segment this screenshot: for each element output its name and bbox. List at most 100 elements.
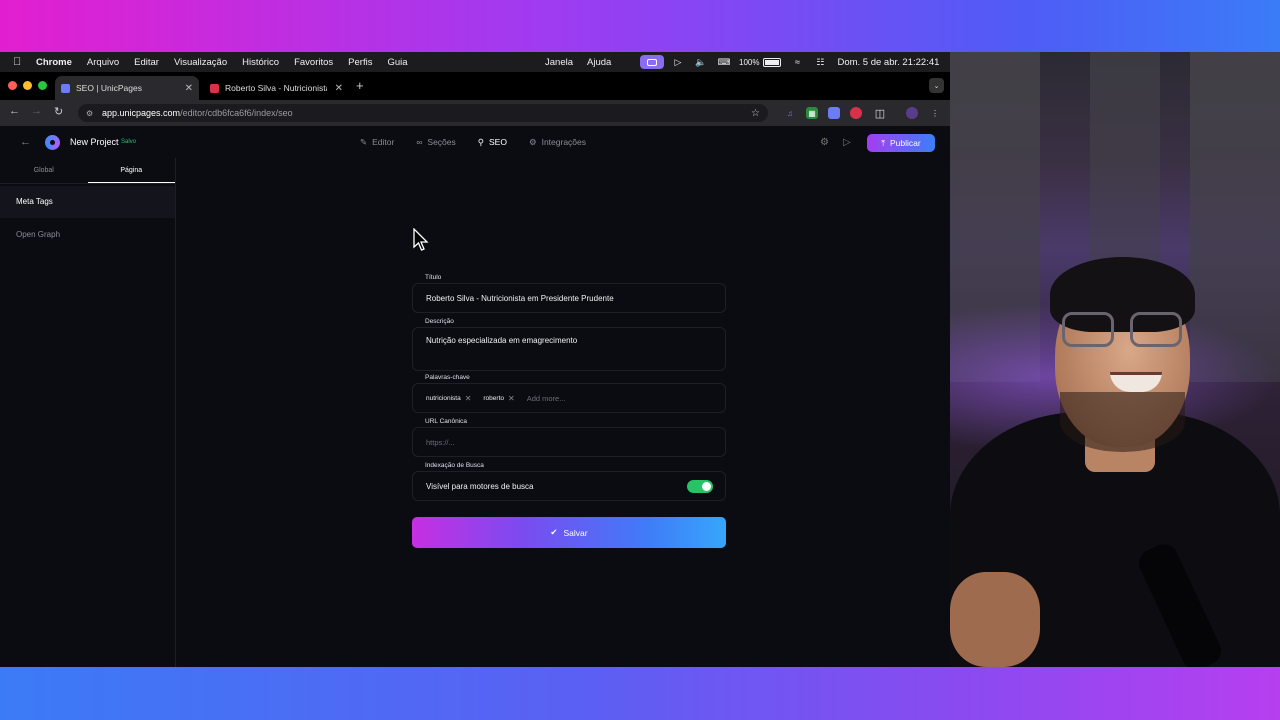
keyword-chip-label: nutricionista xyxy=(426,394,461,402)
nav-seo-label: SEO xyxy=(489,137,507,147)
apple-icon[interactable]:  xyxy=(13,56,27,68)
menu-item-editar[interactable]: Editar xyxy=(134,57,159,68)
tab-seo-unicpages[interactable]: SEO | UnicPages ✕ xyxy=(55,76,199,100)
remove-chip-icon[interactable]: ✕ xyxy=(508,394,515,403)
wifi-icon[interactable]: ≈ xyxy=(789,57,805,67)
title-input[interactable]: Roberto Silva - Nutricionista em Preside… xyxy=(412,283,726,313)
presenter-hand xyxy=(950,572,1040,667)
publish-label: Publicar xyxy=(890,138,921,148)
close-tab-icon[interactable]: ✕ xyxy=(185,83,193,94)
menu-item-janela[interactable]: Janela xyxy=(545,57,573,68)
menubar-app-name[interactable]: Chrome xyxy=(36,57,72,68)
keywords-field: Palavras-chave nutricionista ✕ roberto ✕ A… xyxy=(412,374,726,413)
extension-icon[interactable]: ♫ xyxy=(784,107,796,119)
volume-icon[interactable]: 🔈 xyxy=(693,57,709,68)
extensions-puzzle-icon[interactable]: ◫ xyxy=(874,107,886,120)
back-icon[interactable]: ← xyxy=(20,136,31,148)
new-tab-icon[interactable]: + xyxy=(356,78,364,93)
description-textarea[interactable]: Nutrição especializada em emagrecimento xyxy=(412,327,726,371)
macos-menubar:  Chrome Arquivo Editar Visualização His… xyxy=(0,52,950,72)
mouse-cursor-icon xyxy=(413,228,429,251)
publish-button[interactable]: ⤒ Publicar xyxy=(867,134,935,152)
sheets-extension-icon[interactable]: ▦ xyxy=(806,107,818,119)
nav-secoes[interactable]: ∞ Seções xyxy=(416,137,455,147)
play-icon[interactable]: ▷ xyxy=(670,57,686,68)
pencil-icon: ✎ xyxy=(360,136,368,147)
menu-item-favoritos[interactable]: Favoritos xyxy=(294,57,333,68)
menu-item-guia[interactable]: Guia xyxy=(387,57,407,68)
tab-roberto-silva[interactable]: Roberto Silva - Nutricionista e ✕ xyxy=(204,76,349,100)
keywords-input[interactable]: nutricionista ✕ roberto ✕ Add more... xyxy=(412,383,726,413)
keyword-chip-label: roberto xyxy=(483,394,504,402)
tab-global[interactable]: Global xyxy=(0,158,88,183)
battery-percent: 100% xyxy=(739,57,760,67)
indexing-text: Visível para motores de busca xyxy=(426,481,534,491)
unicpages-logo xyxy=(45,134,60,150)
nav-secoes-label: Seções xyxy=(427,137,456,147)
menu-item-historico[interactable]: Histórico xyxy=(242,57,279,68)
screen-mirroring-icon[interactable] xyxy=(640,55,664,69)
profile-avatar[interactable] xyxy=(906,107,918,119)
webcam-overlay xyxy=(950,52,1280,667)
tab-title: Roberto Silva - Nutricionista e xyxy=(225,83,327,93)
forward-arrow-icon[interactable]: → xyxy=(31,105,42,117)
control-center-icon[interactable]: ☷ xyxy=(812,57,828,68)
canonical-field: URL Canônica https://... xyxy=(412,418,726,457)
menu-item-ajuda[interactable]: Ajuda xyxy=(587,57,611,68)
settings-icon[interactable]: ⚙ xyxy=(820,137,829,148)
indexing-label: Indexação de Busca xyxy=(425,462,484,469)
back-arrow-icon[interactable]: ← xyxy=(9,105,20,117)
nav-editor[interactable]: ✎ Editor xyxy=(360,137,394,148)
saved-status-badge: Salvo xyxy=(121,139,137,145)
keywords-placeholder[interactable]: Add more... xyxy=(527,394,566,403)
zoom-window-button[interactable] xyxy=(38,81,47,90)
url-path: /editor/cdb6fca6f6/index/seo xyxy=(180,108,293,118)
site-favicon xyxy=(210,83,219,93)
editor-nav: ✎ Editor ∞ Seções ⚲ SEO ⚙ Integrações xyxy=(360,137,586,148)
nav-editor-label: Editor xyxy=(372,137,395,147)
menu-item-visualizacao[interactable]: Visualização xyxy=(174,57,227,68)
remove-chip-icon[interactable]: ✕ xyxy=(465,394,472,403)
keywords-label: Palavras-chave xyxy=(425,374,470,381)
sidebar-item-meta-tags[interactable]: Meta Tags xyxy=(0,186,175,218)
presenter-beard xyxy=(1060,392,1185,452)
site-info-icon[interactable]: ⚙ xyxy=(86,109,96,118)
save-label: Salvar xyxy=(563,527,588,538)
address-toolbar: ← → ↻ ⚙ app.unicpages.com /editor/cdb6fc… xyxy=(0,100,950,126)
check-circle-icon: ✔ xyxy=(550,527,558,537)
presenter-glasses xyxy=(1062,312,1186,350)
menu-item-perfis[interactable]: Perfis xyxy=(348,57,372,68)
canonical-url-input[interactable]: https://... xyxy=(412,427,726,457)
project-name[interactable]: New Project xyxy=(70,137,119,147)
unicpages-extension-icon[interactable] xyxy=(828,107,840,119)
bookmark-star-icon[interactable]: ☆ xyxy=(751,108,760,119)
search-icon: ⚲ xyxy=(477,136,484,147)
url-bar[interactable]: ⚙ app.unicpages.com /editor/cdb6fca6f6/i… xyxy=(78,104,768,122)
indexing-toggle[interactable] xyxy=(687,479,713,493)
tab-pagina[interactable]: Página xyxy=(87,158,175,183)
keyword-chip: nutricionista ✕ xyxy=(426,394,471,403)
close-tab-icon[interactable]: ✕ xyxy=(335,83,343,94)
minimize-window-button[interactable] xyxy=(23,81,32,90)
indexing-row: Visível para motores de busca xyxy=(412,471,726,501)
tab-search-icon[interactable]: ⌄ xyxy=(929,78,944,93)
keyboard-icon[interactable]: ⌨ xyxy=(716,57,732,68)
sidebar-tabs: Global Página xyxy=(0,158,175,184)
preview-play-icon[interactable]: ▷ xyxy=(843,137,851,148)
close-window-button[interactable] xyxy=(8,81,17,90)
battery-icon[interactable] xyxy=(763,57,782,67)
unicpages-favicon xyxy=(61,83,70,93)
save-button[interactable]: ✔ Salvar xyxy=(412,517,726,548)
sidebar-item-open-graph[interactable]: Open Graph xyxy=(0,219,175,251)
title-field: Título Roberto Silva - Nutricionista em … xyxy=(412,274,726,313)
record-extension-icon[interactable] xyxy=(850,107,862,119)
nav-integracoes[interactable]: ⚙ Integrações xyxy=(529,137,586,148)
tab-strip: SEO | UnicPages ✕ Roberto Silva - Nutric… xyxy=(0,72,950,100)
canonical-label: URL Canônica xyxy=(425,418,468,425)
more-menu-icon[interactable]: ⋮ xyxy=(929,107,941,119)
nav-seo[interactable]: ⚲ SEO xyxy=(478,137,507,148)
seo-sidebar: Global Página Meta Tags Open Graph xyxy=(0,158,176,667)
menu-item-arquivo[interactable]: Arquivo xyxy=(87,57,119,68)
reload-icon[interactable]: ↻ xyxy=(54,105,63,118)
menubar-clock[interactable]: Dom. 5 de abr. 21:22:41 xyxy=(837,57,939,68)
